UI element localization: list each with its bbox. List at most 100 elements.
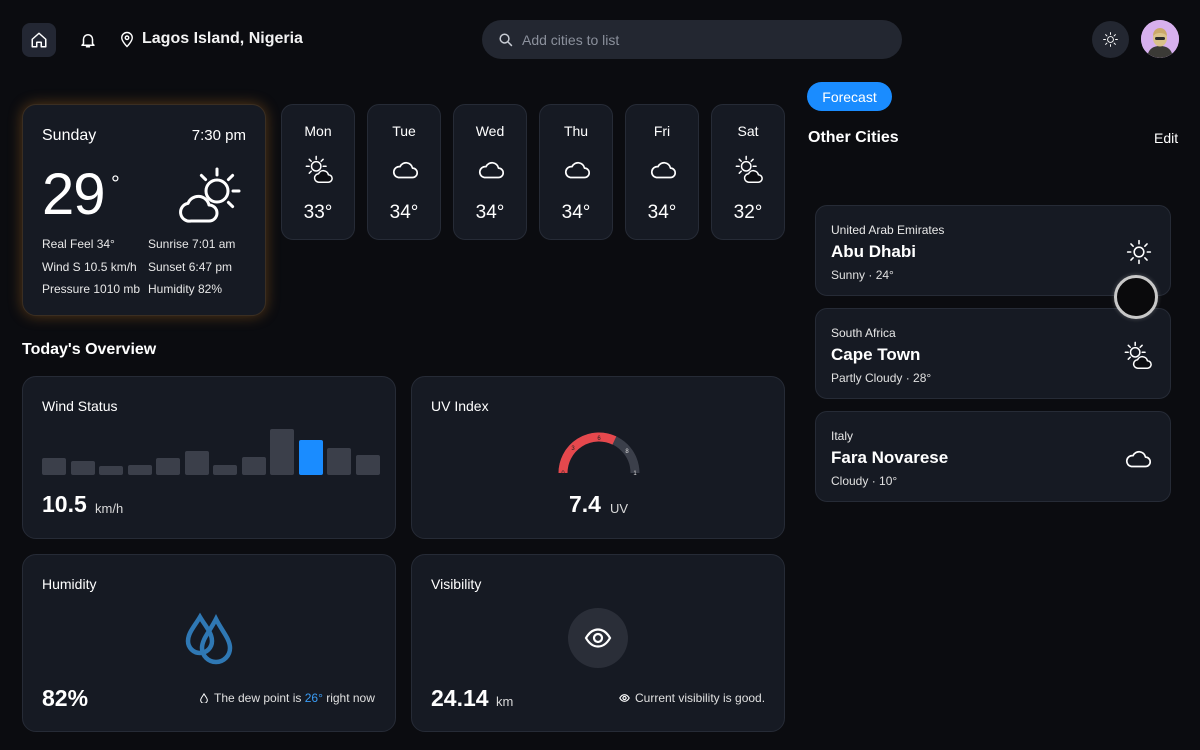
city-name: Abu Dhabi bbox=[831, 242, 916, 261]
forecast-day-temp: 33° bbox=[303, 202, 333, 223]
wind-bar bbox=[213, 465, 237, 475]
wind-bar bbox=[42, 458, 66, 475]
wind-speed-unit: km/h bbox=[95, 501, 124, 516]
overview-title: Today's Overview bbox=[22, 341, 157, 358]
forecast-day-card[interactable]: Tue 34° bbox=[367, 104, 441, 240]
visibility-card[interactable]: Visibility 24.14 km Current visibility i… bbox=[411, 554, 785, 732]
dew-point-suffix: right now bbox=[322, 691, 375, 705]
avatar[interactable] bbox=[1141, 20, 1179, 58]
visibility-value: 24.14 bbox=[431, 685, 489, 711]
forecast-day-name: Tue bbox=[392, 123, 416, 139]
uv-index-card[interactable]: UV Index 0 3 6 8 1 7.4 UV bbox=[411, 376, 785, 539]
partly-cloudy-icon bbox=[734, 155, 764, 185]
wind-bar bbox=[156, 458, 180, 475]
forecast-button[interactable]: Forecast bbox=[807, 82, 892, 111]
edit-cities-button[interactable]: Edit bbox=[1154, 130, 1178, 146]
cloud-icon bbox=[562, 155, 592, 185]
city-name: Fara Novarese bbox=[831, 448, 949, 467]
dew-point-prefix: The dew point is bbox=[214, 691, 305, 705]
visibility-note-text: Current visibility is good. bbox=[635, 691, 766, 705]
wind-bar bbox=[70, 461, 95, 475]
dew-drop-icon bbox=[199, 693, 209, 703]
wind-bar bbox=[184, 451, 209, 475]
wind-status-title: Wind Status bbox=[42, 398, 118, 414]
today-day: Sunday bbox=[42, 127, 97, 144]
search-icon bbox=[498, 32, 513, 47]
city-country: South Africa bbox=[831, 326, 896, 340]
forecast-day-card[interactable]: Mon 33° bbox=[281, 104, 355, 240]
real-feel: Real Feel 34° bbox=[42, 237, 115, 251]
home-button[interactable] bbox=[22, 23, 56, 57]
today-time: 7:30 pm bbox=[191, 127, 246, 144]
wind-bar bbox=[355, 455, 380, 475]
sunset: Sunset 6:47 pm bbox=[148, 260, 233, 274]
bell-icon[interactable] bbox=[79, 30, 97, 50]
water-drops-icon bbox=[182, 611, 238, 667]
forecast-day-card[interactable]: Fri 34° bbox=[625, 104, 699, 240]
city-condition: Sunny · 24° bbox=[831, 268, 894, 282]
forecast-day-name: Wed bbox=[475, 123, 505, 139]
small-eye-icon bbox=[619, 694, 630, 702]
wind-status-card[interactable]: Wind Status 10.5 km/h bbox=[22, 376, 396, 539]
forecast-day-card[interactable]: Wed 34° bbox=[453, 104, 527, 240]
humidity-title: Humidity bbox=[42, 576, 97, 592]
sun-icon bbox=[1125, 238, 1153, 266]
forecast-day-temp: 34° bbox=[647, 202, 677, 223]
cloud-icon bbox=[1123, 444, 1153, 474]
city-card[interactable]: South Africa Cape Town Partly Cloudy · 2… bbox=[815, 308, 1171, 399]
theme-toggle-button[interactable] bbox=[1092, 21, 1129, 58]
today-degree-symbol: ° bbox=[111, 171, 120, 196]
visibility-title: Visibility bbox=[431, 576, 482, 592]
partly-cloudy-icon bbox=[304, 155, 334, 185]
humidity-card[interactable]: Humidity 82% The dew point is 26° right … bbox=[22, 554, 396, 732]
wind-bar bbox=[327, 448, 351, 475]
partly-cloudy-icon bbox=[179, 167, 243, 227]
humidity-value: 82% bbox=[42, 685, 89, 711]
dew-point-value: 26° bbox=[304, 691, 323, 705]
uv-index-unit: UV bbox=[610, 501, 629, 516]
city-country: Italy bbox=[831, 429, 854, 443]
wind-bar bbox=[241, 457, 266, 475]
home-icon bbox=[30, 31, 48, 49]
uv-index-title: UV Index bbox=[431, 398, 489, 414]
wind-bar bbox=[127, 465, 152, 475]
city-card[interactable]: Italy Fara Novarese Cloudy · 10° bbox=[815, 411, 1171, 502]
forecast-day-name: Mon bbox=[304, 123, 332, 139]
cloud-icon bbox=[476, 155, 506, 185]
sun-icon bbox=[1102, 31, 1119, 48]
wind-summary: Wind S 10.5 km/h bbox=[42, 260, 137, 274]
other-cities-title: Other Cities bbox=[808, 129, 899, 146]
visibility-note: Current visibility is good. bbox=[619, 691, 765, 705]
uv-gauge: 0 3 6 8 1 bbox=[554, 429, 644, 479]
visibility-unit: km bbox=[496, 694, 514, 709]
dew-point-note: The dew point is 26° right now bbox=[199, 691, 375, 705]
mouse-cursor bbox=[1114, 275, 1158, 319]
search-input[interactable] bbox=[522, 31, 882, 48]
forecast-day-temp: 32° bbox=[733, 202, 763, 223]
cloud-icon bbox=[390, 155, 420, 185]
cloud-icon bbox=[648, 155, 678, 185]
city-card[interactable]: United Arab Emirates Abu Dhabi Sunny · 2… bbox=[815, 205, 1171, 296]
partly-cloudy-icon bbox=[1123, 341, 1153, 371]
forecast-day-name: Thu bbox=[563, 123, 589, 139]
sunrise: Sunrise 7:01 am bbox=[148, 237, 236, 251]
wind-bar bbox=[99, 466, 123, 475]
city-name: Cape Town bbox=[831, 345, 921, 364]
today-temperature: 29 bbox=[42, 162, 106, 227]
current-location[interactable]: Lagos Island, Nigeria bbox=[142, 30, 303, 48]
forecast-day-card[interactable]: Sat 32° bbox=[711, 104, 785, 240]
forecast-day-temp: 34° bbox=[475, 202, 505, 223]
uv-index-value: 7.4 bbox=[569, 491, 601, 517]
forecast-day-name: Fri bbox=[653, 123, 671, 139]
forecast-day-name: Sat bbox=[737, 123, 759, 139]
today-weather-card[interactable]: Sunday 7:30 pm 29 ° Real Feel 34° Wind S… bbox=[22, 104, 266, 316]
wind-bar bbox=[270, 429, 294, 475]
city-condition: Partly Cloudy · 28° bbox=[831, 371, 932, 385]
search-bar[interactable] bbox=[482, 20, 902, 59]
forecast-day-temp: 34° bbox=[561, 202, 591, 223]
wind-bar-chart bbox=[42, 429, 382, 475]
location-pin-icon bbox=[120, 31, 134, 48]
pressure: Pressure 1010 mb bbox=[42, 282, 141, 296]
wind-bar bbox=[298, 440, 323, 475]
forecast-day-card[interactable]: Thu 34° bbox=[539, 104, 613, 240]
